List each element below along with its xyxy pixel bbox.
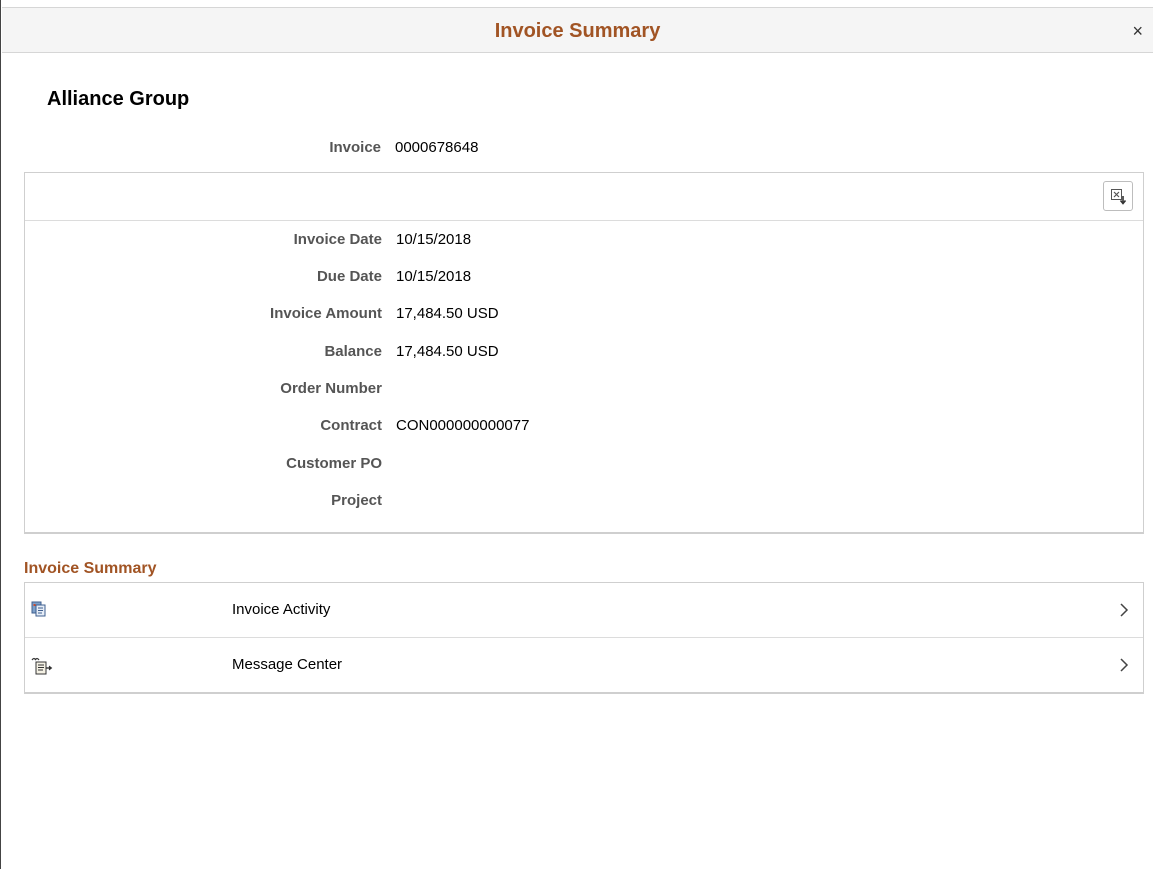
list-item-invoice-activity[interactable]: Invoice Activity [25, 583, 1143, 638]
field-row-balance: Balance 17,484.50 USD [2, 343, 1153, 363]
field-row-order-number: Order Number [2, 380, 1153, 400]
invoice-date-value: 10/15/2018 [396, 231, 472, 248]
due-date-label: Due Date [316, 268, 382, 285]
invoice-number-value: 0000678648 [395, 139, 479, 156]
due-date-value: 10/15/2018 [396, 268, 472, 285]
balance-value: 17,484.50 USD [396, 343, 499, 360]
field-row-due-date: Due Date 10/15/2018 [2, 268, 1153, 288]
excel-export-icon [1111, 189, 1127, 205]
modal-title: Invoice Summary [494, 20, 661, 42]
export-to-excel-button[interactable] [1103, 181, 1133, 211]
invoice-summary-section-title: Invoice Summary [24, 560, 157, 577]
message-center-icon [31, 656, 53, 681]
field-row-customer-po: Customer PO [2, 455, 1153, 475]
chevron-right-icon [1119, 657, 1129, 678]
invoice-date-label: Invoice Date [293, 231, 382, 248]
order-number-label: Order Number [280, 380, 382, 397]
project-label: Project [331, 492, 382, 509]
balance-label: Balance [324, 343, 382, 360]
invoice-summary-list: Invoice Activity Message Center [24, 582, 1144, 694]
close-icon: × [1132, 21, 1143, 41]
chevron-right-icon [1119, 602, 1129, 623]
invoice-amount-value: 17,484.50 USD [396, 305, 499, 322]
field-row-contract: Contract CON000000000077 [2, 417, 1153, 437]
invoice-activity-icon [31, 601, 47, 622]
field-row-project: Project [2, 492, 1153, 512]
details-toolbar [25, 173, 1143, 221]
message-center-label: Message Center [232, 656, 343, 673]
invoice-amount-label: Invoice Amount [270, 305, 382, 322]
contract-label: Contract [320, 417, 382, 434]
customer-name: Alliance Group [47, 88, 190, 110]
field-row-invoice-amount: Invoice Amount 17,484.50 USD [2, 305, 1153, 325]
field-row-invoice-date: Invoice Date 10/15/2018 [2, 231, 1153, 251]
invoice-activity-label: Invoice Activity [232, 601, 331, 618]
contract-value: CON000000000077 [396, 417, 530, 434]
invoice-summary-modal: Invoice Summary × Alliance Group Invoice… [0, 0, 1153, 869]
list-item-message-center[interactable]: Message Center [25, 638, 1143, 692]
invoice-details-panel: Invoice Date 10/15/2018 Due Date 10/15/2… [24, 172, 1144, 534]
invoice-number-label: Invoice [329, 139, 381, 156]
modal-title-bar: Invoice Summary × [2, 7, 1153, 53]
customer-po-label: Customer PO [286, 455, 382, 472]
close-button[interactable]: × [1132, 22, 1143, 40]
